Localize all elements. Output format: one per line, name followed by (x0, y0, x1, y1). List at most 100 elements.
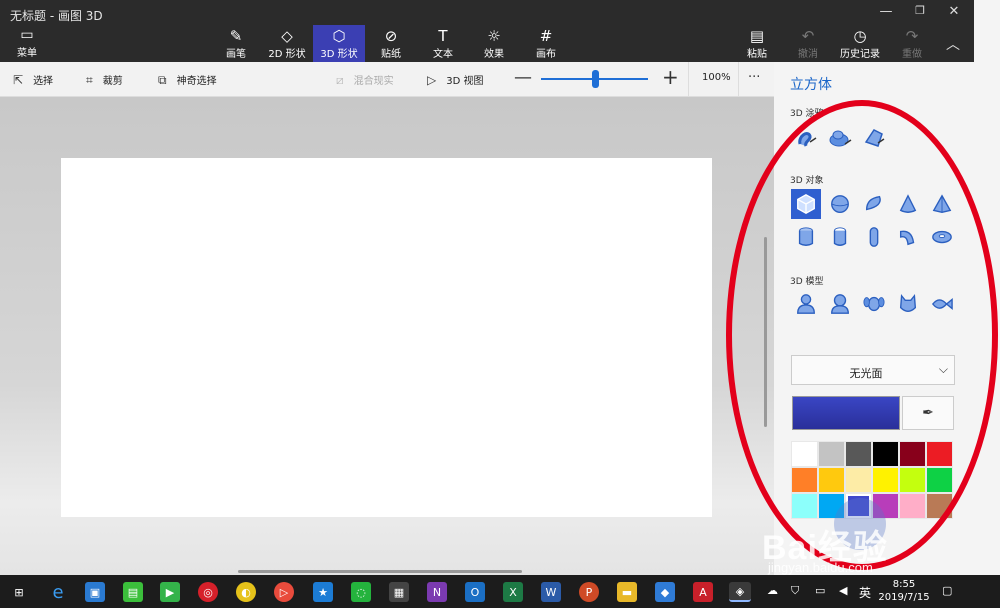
current-color-swatch[interactable] (792, 396, 900, 430)
woman-model-icon[interactable] (826, 290, 854, 318)
cat-model-icon[interactable] (894, 290, 922, 318)
capsule-shape-button[interactable] (860, 223, 888, 251)
dog-model-icon[interactable] (860, 290, 888, 318)
color-swatch[interactable] (818, 467, 845, 493)
vertical-scrollbar[interactable] (764, 237, 767, 427)
undo-icon: ↶ (801, 27, 815, 45)
soft-doodle-icon[interactable] (826, 124, 854, 152)
video-app-icon[interactable]: ▶ (160, 582, 180, 602)
word-icon[interactable]: W (541, 582, 561, 602)
select-button[interactable]: ⇱ 选择 (13, 72, 53, 87)
undo-button[interactable]: ↶ 撤消 (783, 25, 833, 62)
wechat-icon[interactable]: ◌ (351, 582, 371, 602)
paste-button[interactable]: ▤ 粘贴 (732, 25, 782, 62)
donut-shape-button[interactable] (928, 223, 956, 251)
crop-button[interactable]: ⌗ 裁剪 (86, 72, 123, 88)
tab-2d-shapes[interactable]: ◇ 2D 形状 (262, 25, 312, 62)
battery-icon[interactable]: ▭ (815, 584, 825, 597)
tab-brushes[interactable]: ✎ 画笔 (211, 25, 261, 62)
color-swatch[interactable] (926, 493, 953, 519)
volume-icon[interactable]: ◀ (839, 584, 847, 597)
zoom-value[interactable]: 100% (702, 72, 731, 83)
fish-model-icon[interactable] (928, 290, 956, 318)
eyedropper-button[interactable]: ✒ (902, 396, 954, 430)
color-swatch[interactable] (791, 467, 818, 493)
pdf-icon[interactable]: A (693, 582, 713, 602)
tube-doodle-icon[interactable] (860, 124, 888, 152)
man-model-icon[interactable] (792, 290, 820, 318)
effects-icon: ☼ (487, 27, 501, 45)
store-icon[interactable]: ▣ (85, 582, 105, 602)
taskbar-clock[interactable]: 8:55 2019/7/15 (878, 578, 930, 604)
taskbar: ⊞ e ▣ ▤ ▶ ◎ ◐ ▷ ★ ◌ ▦ N O X W P ▬ ◆ A ◈ … (0, 575, 1000, 608)
file-explorer-icon[interactable]: ▬ (617, 582, 637, 602)
hemisphere-shape-button[interactable] (860, 190, 888, 218)
color-swatch[interactable] (845, 441, 872, 467)
mixed-reality-button[interactable]: ⧄ 混合现实 (336, 72, 394, 88)
magic-select-button[interactable]: ⧉ 神奇选择 (158, 72, 217, 88)
zoom-out-button[interactable]: — (514, 67, 532, 88)
start-icon[interactable]: ⊞ (9, 582, 29, 602)
color-swatch[interactable] (872, 441, 899, 467)
color-swatch[interactable] (818, 441, 845, 467)
minimize-icon[interactable]: — (876, 4, 896, 19)
tab-canvas[interactable]: # 画布 (521, 25, 571, 62)
curved-tube-shape-button[interactable] (894, 223, 922, 251)
sharp-doodle-icon[interactable] (792, 124, 820, 152)
history-button[interactable]: ◷ 历史记录 (834, 25, 886, 62)
redo-icon: ↷ (905, 27, 919, 45)
color-swatch[interactable] (899, 467, 926, 493)
zoom-slider-thumb[interactable] (591, 70, 599, 88)
paint-3d-icon[interactable]: ◈ (729, 582, 751, 602)
color-swatch[interactable] (872, 467, 899, 493)
divider (738, 62, 739, 97)
tab-3d-shapes[interactable]: ⬡ 3D 形状 (313, 25, 365, 62)
cloud-icon[interactable]: ☁ (767, 584, 778, 597)
app-icon[interactable]: ◆ (655, 582, 675, 602)
tube-shape-button[interactable] (826, 223, 854, 251)
player-icon[interactable]: ▷ (274, 582, 294, 602)
edge-icon[interactable]: e (48, 582, 68, 603)
zoom-in-button[interactable]: + (662, 65, 679, 89)
onenote-icon[interactable]: N (427, 582, 447, 602)
tab-stickers[interactable]: ⊘ 贴纸 (366, 25, 416, 62)
pyramid-shape-button[interactable] (928, 190, 956, 218)
collapse-ribbon-icon[interactable]: ︿ (946, 34, 960, 54)
color-swatch[interactable] (926, 467, 953, 493)
cube-shape-button[interactable] (791, 189, 821, 219)
color-swatch[interactable] (791, 493, 818, 519)
tab-text[interactable]: T 文本 (418, 25, 468, 62)
color-swatch[interactable] (872, 493, 899, 519)
security-icon[interactable]: ⛉ (791, 584, 799, 598)
horizontal-scrollbar[interactable] (238, 570, 522, 573)
color-swatch[interactable] (926, 441, 953, 467)
more-options-button[interactable]: ··· (748, 70, 760, 85)
cylinder-shape-button[interactable] (792, 223, 820, 251)
menu-button[interactable]: ▭ 菜单 (12, 28, 42, 59)
restore-icon[interactable]: ❐ (910, 4, 930, 17)
media-player-icon[interactable]: ◐ (236, 582, 256, 602)
calculator-icon[interactable]: ▦ (389, 582, 409, 602)
color-swatch[interactable] (791, 441, 818, 467)
color-swatch[interactable] (845, 493, 872, 519)
cone-shape-button[interactable] (894, 190, 922, 218)
favorites-icon[interactable]: ★ (313, 582, 333, 602)
netease-music-icon[interactable]: ◎ (198, 582, 218, 602)
powerpoint-icon[interactable]: P (579, 582, 599, 602)
outlook-icon[interactable]: O (465, 582, 485, 602)
color-swatch[interactable] (899, 441, 926, 467)
finish-dropdown[interactable]: 无光面 ⌵ (791, 355, 955, 385)
view-3d-button[interactable]: ▷ 3D 视图 (427, 72, 483, 87)
input-language[interactable]: 英 (859, 584, 871, 601)
drawing-canvas[interactable] (61, 158, 712, 517)
excel-icon[interactable]: X (503, 582, 523, 602)
iqiyi-icon[interactable]: ▤ (123, 582, 143, 602)
sphere-shape-button[interactable] (826, 190, 854, 218)
redo-button[interactable]: ↷ 重做 (887, 25, 937, 62)
tab-effects[interactable]: ☼ 效果 (469, 25, 519, 62)
color-swatch[interactable] (818, 493, 845, 519)
color-swatch[interactable] (899, 493, 926, 519)
color-swatch[interactable] (845, 467, 872, 493)
notification-icon[interactable]: ▢ (942, 584, 952, 597)
close-icon[interactable]: ✕ (944, 4, 964, 19)
